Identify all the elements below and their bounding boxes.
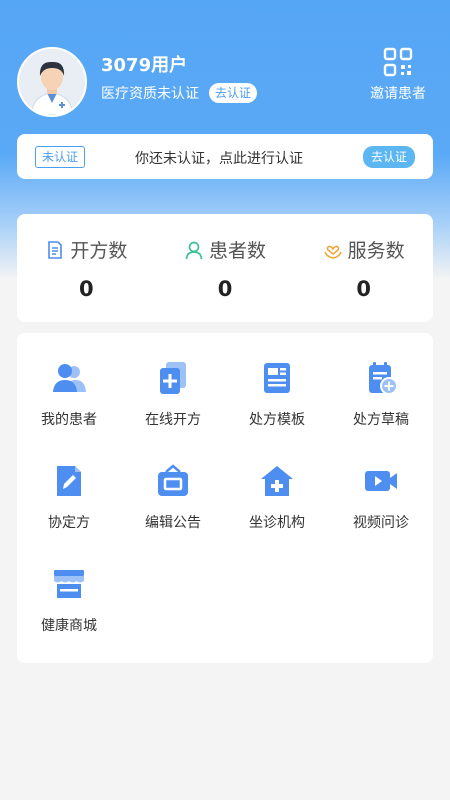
menu-label: 健康商城 xyxy=(41,618,97,634)
clinic-icon xyxy=(261,466,293,496)
menu-clinic-institution[interactable]: 坐诊机构 xyxy=(225,462,329,565)
profile-section: 3079用户 医疗资质未认证 去认证 邀请患者 xyxy=(17,47,433,119)
template-icon xyxy=(264,363,290,393)
uncertified-badge: 未认证 xyxy=(35,146,86,168)
stat-label: 服务数 xyxy=(347,240,405,262)
patients-icon xyxy=(53,364,86,392)
menu-label: 坐诊机构 xyxy=(249,515,305,531)
menu-video-consultation[interactable]: 视频问诊 xyxy=(329,462,433,565)
menu-edit-announcement[interactable]: 编辑公告 xyxy=(121,462,225,565)
user-name: 3079用户 xyxy=(101,55,188,76)
menu-label: 处方草稿 xyxy=(353,412,409,428)
menu-label: 我的患者 xyxy=(41,412,97,428)
stat-prescriptions[interactable]: 开方数 0 xyxy=(17,214,156,322)
menu-online-prescription[interactable]: 在线开方 xyxy=(121,359,225,462)
menu-health-store[interactable]: 健康商城 xyxy=(17,565,121,668)
notice-text: 你还未认证，点此进行认证 xyxy=(135,151,303,167)
qualification-status: 医疗资质未认证 xyxy=(101,86,199,102)
menu-prescription-template[interactable]: 处方模板 xyxy=(225,359,329,462)
announcement-icon xyxy=(158,464,188,496)
menu-agreement-prescription[interactable]: 协定方 xyxy=(17,462,121,565)
video-icon xyxy=(365,471,397,491)
agreement-icon xyxy=(57,466,81,496)
certification-notice[interactable]: 未认证 你还未认证，点此进行认证 去认证 xyxy=(17,134,433,179)
menu-my-patients[interactable]: 我的患者 xyxy=(17,359,121,462)
stat-value: 0 xyxy=(79,277,94,301)
qr-code-icon xyxy=(383,47,413,77)
heart-hand-icon xyxy=(323,245,342,259)
certify-button[interactable]: 去认证 xyxy=(209,83,258,103)
menu-label: 视频问诊 xyxy=(353,515,409,531)
avatar[interactable] xyxy=(17,47,87,117)
stat-services[interactable]: 服务数 0 xyxy=(294,214,433,322)
feature-grid: 我的患者 在线开方 处方模板 处方草稿 协定方 编辑公告 坐诊机构 视频问诊 健… xyxy=(17,333,433,663)
person-icon xyxy=(185,241,203,259)
store-icon xyxy=(54,570,84,598)
stat-label: 开方数 xyxy=(70,240,128,262)
menu-label: 处方模板 xyxy=(249,412,305,428)
menu-prescription-draft[interactable]: 处方草稿 xyxy=(329,359,433,462)
menu-label: 编辑公告 xyxy=(145,515,201,531)
stat-label: 患者数 xyxy=(209,240,267,262)
invite-patient-label: 邀请患者 xyxy=(370,86,426,102)
menu-label: 协定方 xyxy=(48,515,90,531)
draft-icon xyxy=(369,362,398,395)
prescription-doc-icon xyxy=(48,240,63,259)
invite-patient-button[interactable]: 邀请患者 xyxy=(363,47,433,103)
stat-value: 0 xyxy=(217,277,233,301)
menu-label: 在线开方 xyxy=(145,412,201,428)
qualification-row: 医疗资质未认证 去认证 xyxy=(101,83,258,103)
stats-card: 开方数 0 患者数 0 服务数 0 xyxy=(17,214,433,322)
stat-value: 0 xyxy=(356,277,371,301)
online-prescription-icon xyxy=(160,362,186,394)
stat-patients[interactable]: 患者数 0 xyxy=(156,214,295,322)
notice-certify-button[interactable]: 去认证 xyxy=(362,146,415,168)
doctor-avatar-icon xyxy=(19,49,85,115)
